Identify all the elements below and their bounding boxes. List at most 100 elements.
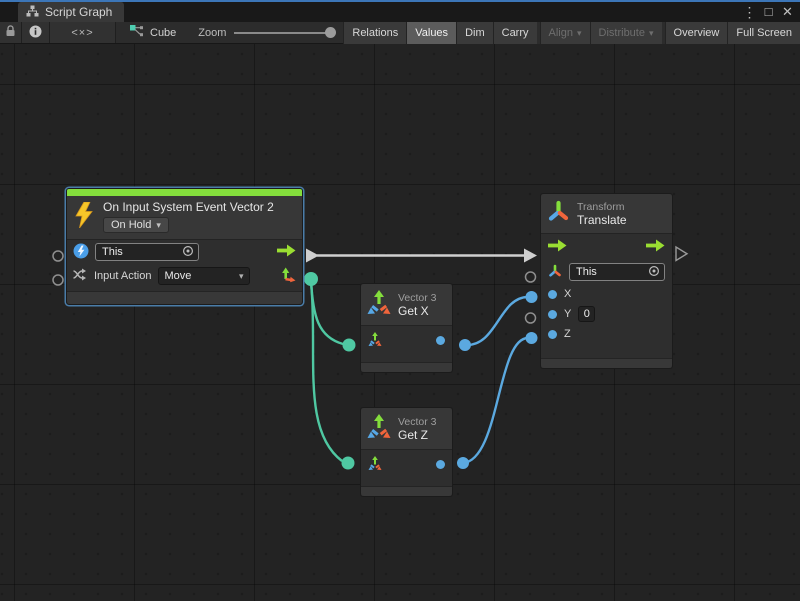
event-action-label: Input Action: [94, 270, 152, 282]
zoom-slider[interactable]: [234, 22, 338, 44]
getx-category: Vector 3: [398, 292, 437, 304]
port-translate-flow-output-unconnected[interactable]: [676, 247, 687, 261]
translate-y-label: Y: [564, 308, 571, 320]
zoom-slider-handle[interactable]: [325, 27, 336, 38]
getx-footer: [361, 362, 452, 372]
info-icon: [29, 25, 42, 41]
carry-button[interactable]: Carry: [493, 22, 537, 44]
node-get-x[interactable]: Vector 3 Get X: [360, 283, 453, 373]
translate-header: Transform Translate: [541, 194, 672, 234]
overview-button[interactable]: Overview: [665, 22, 728, 44]
translate-category: Transform: [577, 201, 627, 213]
translate-x-input-dot[interactable]: [548, 290, 557, 299]
tab-label: Script Graph: [45, 5, 112, 19]
event-target-field[interactable]: This: [95, 243, 199, 261]
vector3-port-icon[interactable]: [368, 332, 382, 350]
wire-vector2-to-getx[interactable]: [311, 281, 343, 344]
zoom-control: Zoom 1x: [190, 22, 366, 43]
port-event-target-unconnected[interactable]: [53, 251, 63, 261]
vector3-icon: [367, 290, 391, 319]
getz-footer: [361, 486, 452, 496]
transform-gizmo-icon: [547, 200, 570, 227]
getx-name: Get X: [398, 304, 437, 318]
breadcrumb-label: Cube: [150, 27, 176, 39]
values-button[interactable]: Values: [406, 22, 456, 44]
distribute-button[interactable]: Distribute▾: [590, 22, 662, 44]
node-transform-translate[interactable]: Transform Translate This: [540, 193, 673, 369]
player-input-icon: [73, 243, 89, 262]
event-mode-dropdown[interactable]: On Hold ▾: [103, 217, 169, 233]
flow-output-arrow-icon[interactable]: [646, 239, 665, 255]
unity-script-graph-window: Script Graph ⋮ □ ✕ <×> Cube Zoom: [0, 0, 800, 601]
flow-output-arrow-icon[interactable]: [277, 244, 296, 260]
vector2-port-icon[interactable]: [281, 267, 296, 286]
translate-y-value-field[interactable]: 0: [578, 306, 595, 322]
window-controls: ⋮ □ ✕: [741, 2, 796, 22]
wire-getx-to-translate-x[interactable]: [465, 297, 528, 345]
flow-input-arrow-icon[interactable]: [548, 239, 567, 255]
close-button[interactable]: ✕: [779, 2, 796, 22]
getz-category: Vector 3: [398, 416, 437, 428]
wire-vector2-to-getz[interactable]: [311, 281, 342, 461]
getz-header: Vector 3 Get Z: [361, 408, 452, 450]
fullscreen-button[interactable]: Full Screen: [727, 22, 800, 44]
event-node-title: On Input System Event Vector 2: [103, 200, 274, 214]
translate-x-label: X: [564, 288, 571, 300]
vector3-icon: [367, 414, 391, 443]
translate-z-row: Z: [541, 324, 672, 344]
graph-canvas[interactable]: On Input System Event Vector 2 On Hold ▾…: [0, 44, 800, 601]
tab-script-graph[interactable]: Script Graph: [18, 2, 124, 22]
translate-z-input-dot[interactable]: [548, 330, 557, 339]
zoom-slider-track: [234, 32, 328, 34]
graph-breadcrumb[interactable]: Cube: [116, 22, 190, 43]
lock-button[interactable]: [0, 22, 22, 43]
vector3-port-icon[interactable]: [368, 456, 382, 474]
translate-z-label: Z: [564, 328, 571, 340]
align-button[interactable]: Align▾: [540, 22, 590, 44]
translate-target-field[interactable]: This: [569, 263, 665, 281]
graph-asset-icon: [130, 25, 144, 40]
zoom-label: Zoom: [198, 27, 226, 39]
input-action-dropdown[interactable]: Move ▾: [158, 267, 250, 285]
maximize-button[interactable]: □: [760, 2, 777, 22]
dim-button[interactable]: Dim: [456, 22, 493, 44]
port-getz-input[interactable]: [342, 457, 355, 470]
toolbar-right-buttons: Relations Values Dim Carry Align▾ Distri…: [343, 22, 800, 44]
object-picker-icon[interactable]: [648, 265, 660, 280]
chevron-down-icon: ▾: [156, 220, 161, 231]
inspect-button[interactable]: [22, 22, 50, 43]
lock-icon: [5, 25, 16, 40]
port-getz-output[interactable]: [457, 457, 469, 469]
node-on-input-system-event[interactable]: On Input System Event Vector 2 On Hold ▾…: [66, 188, 303, 305]
event-node-footer: [67, 291, 302, 304]
event-node-header: On Input System Event Vector 2 On Hold ▾: [67, 196, 302, 240]
translate-footer: [541, 358, 672, 368]
getz-port-row: [361, 450, 452, 479]
lightning-bolt-icon: [75, 202, 94, 231]
translate-y-input-dot[interactable]: [548, 310, 557, 319]
code-view-button[interactable]: <×>: [50, 22, 116, 43]
translate-name: Translate: [577, 213, 627, 227]
graph-toolbar: <×> Cube Zoom 1x Relations Values Dim Ca…: [0, 22, 800, 44]
port-translate-target-unconnected[interactable]: [526, 272, 536, 282]
getz-output-dot[interactable]: [436, 460, 445, 469]
getx-output-dot[interactable]: [436, 336, 445, 345]
window-menu-button[interactable]: ⋮: [741, 2, 758, 22]
getx-port-row: [361, 326, 452, 355]
flow-wire-start-arrow: [306, 249, 319, 263]
object-picker-icon[interactable]: [182, 245, 194, 260]
chevron-down-icon: ▾: [577, 29, 582, 38]
relations-button[interactable]: Relations: [343, 22, 406, 44]
getz-name: Get Z: [398, 428, 437, 442]
port-translate-z-input[interactable]: [526, 332, 538, 344]
input-action-icon: [73, 268, 88, 284]
port-getx-output[interactable]: [459, 339, 471, 351]
port-getx-input[interactable]: [343, 339, 356, 352]
port-event-vector2-output[interactable]: [304, 272, 318, 286]
port-event-action-unconnected[interactable]: [53, 275, 63, 285]
port-translate-y-unconnected[interactable]: [526, 313, 536, 323]
node-get-z[interactable]: Vector 3 Get Z: [360, 407, 453, 497]
event-node-green-strip: [67, 189, 302, 196]
port-translate-x-input[interactable]: [526, 291, 538, 303]
wire-getz-to-translate-z[interactable]: [463, 338, 528, 463]
